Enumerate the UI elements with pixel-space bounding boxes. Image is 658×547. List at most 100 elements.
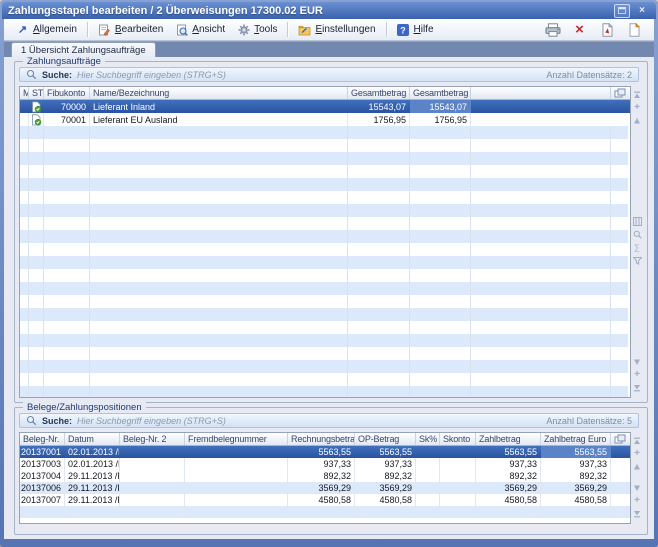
header-datum[interactable]: Datum [65, 433, 120, 445]
cell-fibukonto: 70001 [44, 113, 90, 126]
cell-name: Lieferant EU Ausland [90, 113, 348, 126]
goto-previous-icon[interactable] [631, 115, 643, 126]
status-document-check-icon [29, 100, 44, 113]
new-document-icon [627, 23, 641, 37]
insert-row-icon[interactable]: + [631, 102, 643, 113]
search-icon [26, 69, 37, 80]
insert-row-icon[interactable]: + [631, 448, 643, 459]
positions-nav-strip: + + [630, 432, 644, 522]
cell-zahlbetrag: 892,32 [476, 470, 541, 482]
client-area: ↗ Allgemein Bearbeiten Ansicht T [4, 19, 654, 539]
goto-first-icon[interactable] [631, 89, 643, 100]
cell-filler [611, 446, 628, 458]
table-row[interactable]: 20137007 29.11.2013 /Fr 4580,58 4580,58 … [20, 494, 630, 506]
column-chooser-button[interactable] [611, 87, 628, 99]
status-document-check-icon [29, 113, 44, 126]
cell-name: Lieferant Inland [90, 100, 348, 113]
cell-zahlbetrag-euro: 937,33 [541, 458, 611, 470]
cell-sk-prozent [416, 482, 440, 494]
cell-beleg-nr-2 [120, 446, 185, 458]
restore-window-button[interactable] [614, 4, 630, 18]
search-bar-positions[interactable]: Suche: Hier Suchbegriff eingeben (STRG+S… [19, 413, 639, 428]
cell-empty [541, 506, 611, 518]
menu-bearbeiten[interactable]: Bearbeiten [92, 21, 169, 38]
menu-einstellungen[interactable]: Einstellungen [292, 21, 381, 38]
cell-op-betrag: 4580,58 [355, 494, 416, 506]
column-options-icon[interactable] [631, 216, 643, 227]
menu-ansicht[interactable]: Ansicht [169, 21, 231, 38]
header-beleg-nr[interactable]: Beleg-Nr. [20, 433, 65, 445]
sum-icon[interactable]: ∑ [631, 242, 643, 253]
cell-sk-prozent [416, 458, 440, 470]
record-count: Anzahl Datensätze: 5 [546, 416, 632, 426]
header-name[interactable]: Name/Bezeichnung [90, 87, 348, 99]
print-button[interactable] [544, 22, 561, 38]
goto-last-icon[interactable] [631, 382, 643, 393]
cell-gesamtbetrag: 1756,95 [348, 113, 410, 126]
page-edit-icon [98, 23, 111, 36]
menu-tools[interactable]: Tools [231, 21, 283, 38]
cell-zahlbetrag-euro: 5563,55 [541, 446, 611, 458]
tab-strip: 1 Übersicht Zahlungsaufträge [4, 41, 654, 57]
search-input[interactable]: Hier Suchbegriff eingeben (STRG+S) [77, 416, 226, 426]
header-zahlbetrag-euro[interactable]: Zahlbetrag Euro [541, 433, 611, 445]
header-m[interactable]: M [20, 87, 29, 99]
header-st[interactable]: ST [29, 87, 44, 99]
search-bar-orders[interactable]: Suche: Hier Suchbegriff eingeben (STRG+S… [19, 67, 639, 82]
delete-button[interactable]: × [571, 22, 588, 38]
table-row[interactable]: 20137003 02.01.2013 /Mi 937,33 937,33 93… [20, 458, 630, 470]
menu-ansicht-label: Ansicht [192, 24, 225, 35]
header-rechnungsbetrag[interactable]: Rechnungsbetrag [288, 433, 355, 445]
new-document-button[interactable] [625, 22, 642, 38]
column-chooser-button[interactable] [611, 433, 628, 445]
header-skonto[interactable]: Skonto [440, 433, 476, 445]
append-row-icon[interactable]: + [631, 495, 643, 506]
menu-hilfe[interactable]: ? Hilfe [391, 21, 440, 38]
table-row[interactable]: 20137006 29.11.2013 /Fr 3569,29 3569,29 … [20, 482, 630, 494]
cell-beleg-nr-2 [120, 458, 185, 470]
header-beleg-nr-2[interactable]: Beleg-Nr. 2 [120, 433, 185, 445]
goto-last-icon[interactable] [631, 508, 643, 519]
restore-icon [618, 7, 626, 14]
menu-allgemein[interactable]: ↗ Allgemein [10, 21, 83, 38]
menu-bearbeiten-label: Bearbeiten [115, 24, 163, 35]
menu-separator [287, 22, 288, 37]
cell-empty [611, 506, 628, 518]
cell-gesamtbetrag-euro: 15543,07 [410, 100, 471, 113]
tab-uebersicht-zahlungsauftraege[interactable]: 1 Übersicht Zahlungsaufträge [11, 42, 156, 57]
table-row[interactable]: 20137001 02.01.2013 /Mi 5563,55 5563,55 … [20, 446, 630, 458]
close-icon: × [639, 5, 645, 17]
orders-nav-strip: + ∑ + [630, 86, 644, 396]
goto-next-icon[interactable] [631, 482, 643, 493]
header-gesamtbetrag[interactable]: Gesamtbetrag [348, 87, 410, 99]
group-belege-zahlungspositionen: Belege/Zahlungspositionen Suche: Hier Su… [14, 407, 648, 535]
close-window-button[interactable]: × [635, 5, 649, 17]
search-rows-icon[interactable] [631, 229, 643, 240]
cell-sk-prozent [416, 494, 440, 506]
header-zahlbetrag[interactable]: Zahlbetrag [476, 433, 541, 445]
cell-datum: 02.01.2013 /Mi [65, 446, 120, 458]
search-input[interactable]: Hier Suchbegriff eingeben (STRG+S) [77, 70, 226, 80]
goto-previous-icon[interactable] [631, 461, 643, 472]
folder-settings-icon [298, 23, 311, 36]
header-gesamtbetrag-euro[interactable]: Gesamtbetrag Euro [410, 87, 471, 99]
table-row[interactable]: 20137004 29.11.2013 /Fr 892,32 892,32 89… [20, 470, 630, 482]
table-row[interactable]: 70000 Lieferant Inland 15543,07 15543,07 [20, 100, 630, 113]
orders-table-header: M ST Fibukonto Name/Bezeichnung Gesamtbe… [20, 87, 630, 100]
cell-fibukonto: 70000 [44, 100, 90, 113]
filter-icon[interactable] [631, 255, 643, 266]
append-row-icon[interactable]: + [631, 369, 643, 380]
header-op-betrag[interactable]: OP-Betrag [355, 433, 416, 445]
post-document-button[interactable] [598, 22, 615, 38]
goto-next-icon[interactable] [631, 356, 643, 367]
table-row[interactable]: 70001 Lieferant EU Ausland 1756,95 1756,… [20, 113, 630, 126]
printer-icon [545, 23, 561, 37]
header-sk-prozent[interactable]: Sk% [416, 433, 440, 445]
toolbar-right: × [544, 22, 648, 38]
cell-op-betrag: 5563,55 [355, 446, 416, 458]
record-count-value: 2 [627, 70, 632, 80]
header-fibukonto[interactable]: Fibukonto [44, 87, 90, 99]
delete-x-icon: × [575, 23, 584, 37]
goto-first-icon[interactable] [631, 435, 643, 446]
header-fremdbelegnummer[interactable]: Fremdbelegnummer [185, 433, 288, 445]
